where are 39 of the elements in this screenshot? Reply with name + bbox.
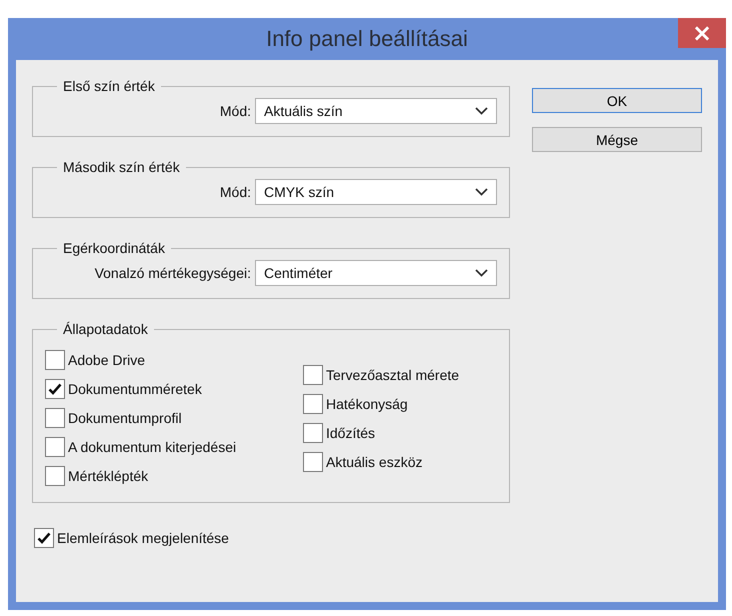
field-label: Vonalzó mértékegységei:	[94, 265, 251, 281]
group-title: Első szín érték	[62, 78, 156, 94]
field-label: Mód:	[220, 103, 251, 119]
group-title: Egérkoordináták	[62, 240, 166, 256]
checkbox[interactable]	[303, 422, 323, 442]
checkbox-label: Dokumentumméretek	[68, 380, 202, 396]
checkbox[interactable]	[45, 466, 65, 486]
ok-button[interactable]: OK	[532, 88, 702, 113]
checkbox-label: A dokumentum kiterjedései	[68, 438, 236, 454]
field-label: Mód:	[220, 184, 251, 200]
dropdown[interactable]: CMYK szín	[255, 179, 497, 205]
dropdown[interactable]: Aktuális szín	[255, 98, 497, 124]
checkbox-label: Mértéklépték	[68, 468, 148, 484]
checkbox-label: Adobe Drive	[68, 352, 146, 368]
checkbox[interactable]	[303, 394, 323, 414]
chevron-icon	[475, 107, 488, 115]
group-title: Állapotadatok	[62, 321, 149, 337]
checkbox[interactable]	[45, 408, 65, 428]
checkbox[interactable]	[45, 378, 65, 398]
checkbox-label: Aktuális eszköz	[326, 454, 422, 470]
checkbox[interactable]	[45, 350, 65, 370]
checkbox-label: Dokumentumprofil	[68, 410, 182, 426]
close-button[interactable]: ×	[678, 18, 726, 48]
checkbox-label: Hatékonyság	[326, 396, 408, 412]
chevron-icon	[475, 269, 488, 277]
checkbox-label: Elemleírások megjelenítése	[57, 530, 229, 546]
checkbox-label: Tervezőasztal mérete	[326, 366, 460, 382]
checkmark-icon	[48, 382, 62, 394]
checkmark-icon	[37, 532, 51, 544]
checkbox-label: Időzítés	[326, 424, 376, 440]
dropdown[interactable]: Centiméter	[255, 260, 497, 286]
checkbox[interactable]	[303, 364, 323, 384]
checkbox[interactable]	[34, 528, 54, 548]
window-title: Info panel beállításai	[266, 26, 468, 52]
chevron-icon	[475, 188, 488, 196]
cancel-button[interactable]: Mégse	[532, 127, 702, 152]
checkbox[interactable]	[45, 436, 65, 456]
checkbox[interactable]	[303, 452, 323, 472]
group-title: Második szín érték	[62, 159, 181, 175]
